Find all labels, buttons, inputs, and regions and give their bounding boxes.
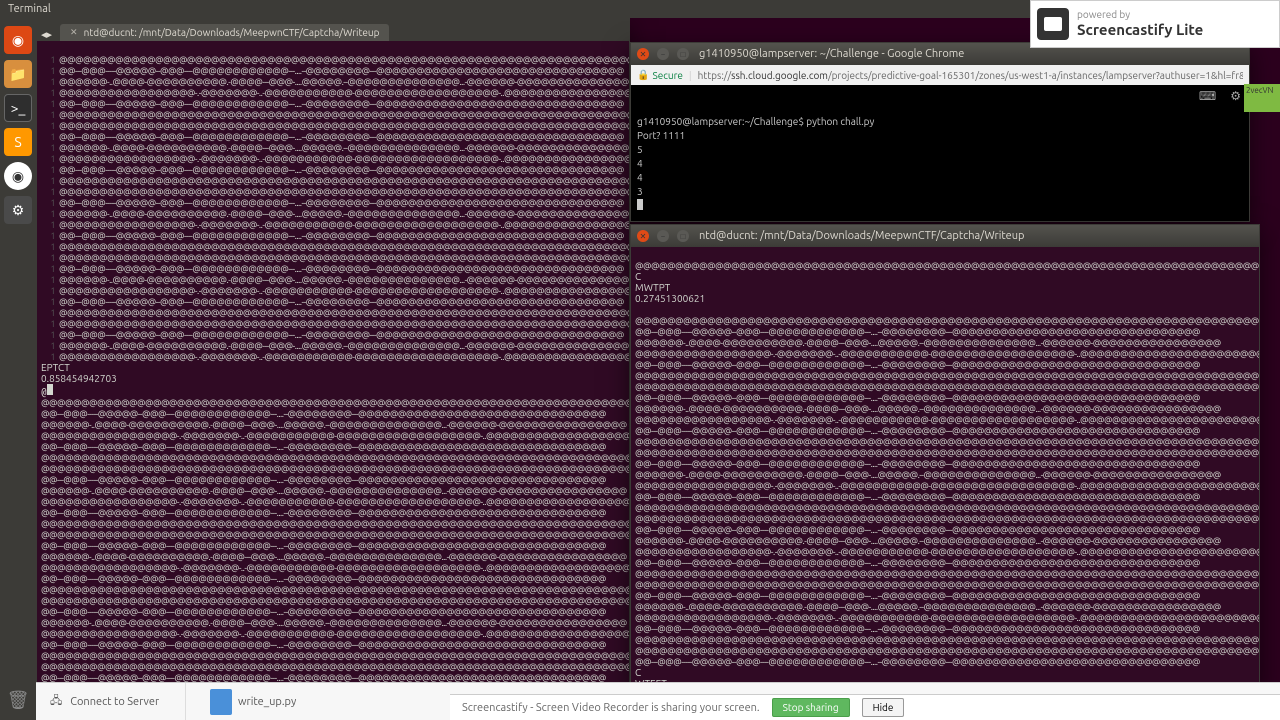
close-icon[interactable]: ✕ <box>637 230 649 242</box>
terminal-tabbar: ◂▸ ✕ ntd@ducnt: /mnt/Data/Downloads/Meep… <box>37 19 629 41</box>
hide-button[interactable]: Hide <box>862 698 905 717</box>
ascii-art-top: 1@@@@@@@@@@@@@@@@@@@@@@@@@@@@@@@@@@@@@@@… <box>41 55 629 362</box>
nautilus-sidebar-item[interactable]: 🖧 Connect to Server <box>36 683 186 720</box>
chrome-title: g1410950@lampserver: ~/Challenge - Googl… <box>699 48 964 60</box>
result-score-1: 0.858454942703 <box>41 373 117 384</box>
ssh-cursor <box>637 199 643 210</box>
app-title: Terminal <box>8 3 51 15</box>
countdown-numbers: 5 4 4 3 <box>637 144 643 197</box>
address-bar[interactable]: 🔒 Secure | https://ssh.cloud.google.com/… <box>631 65 1249 85</box>
ssh-terminal[interactable]: ⌨ ⚙ g1410950@lampserver:~/Challenge$ pyt… <box>631 85 1249 221</box>
chrome-icon[interactable]: ◉ <box>4 162 32 190</box>
unity-launcher: ◉ 📁 >_ S ◉ ⚙ 🗑 <box>0 18 36 720</box>
ascii-art-right: @@@@@@@@@@@@@@@@@@@@@@@@@@@@@@@@@@@@@@@@… <box>635 316 1259 667</box>
trash-icon[interactable]: 🗑 <box>4 686 32 714</box>
green-overlay: 2vecVN <box>1244 84 1280 112</box>
files-icon[interactable]: 📁 <box>4 60 32 88</box>
tab-nav-icon[interactable]: ◂▸ <box>41 28 52 41</box>
ascii-line-top: @@@@@@@@@@@@@@@@@@@@@@@@@@@@@@@@@@@@@@@@… <box>635 261 1259 271</box>
stop-sharing-button[interactable]: Stop sharing <box>772 698 850 717</box>
python-file-icon <box>210 689 232 715</box>
minimize-icon[interactable]: − <box>657 230 669 242</box>
dash-icon[interactable]: ◉ <box>4 26 32 54</box>
screencastify-logo-icon <box>1037 8 1069 40</box>
secure-badge: 🔒 Secure <box>637 69 683 81</box>
terminal-content-left[interactable]: 1@@@@@@@@@@@@@@@@@@@@@@@@@@@@@@@@@@@@@@@… <box>37 41 629 687</box>
lock-icon: 🔒 <box>637 69 649 81</box>
ascii-art-bottom: @@@@@@@@@@@@@@@@@@@@@@@@@@@@@@@@@@@@@@@@… <box>41 398 629 687</box>
maximize-icon[interactable]: □ <box>677 230 689 242</box>
notification-text: Screencastify - Screen Video Recorder is… <box>462 702 760 714</box>
chrome-window: ✕ − □ g1410950@lampserver: ~/Challenge -… <box>630 42 1250 222</box>
tab-close-icon[interactable]: ✕ <box>70 27 78 38</box>
right-title: ntd@ducnt: /mnt/Data/Downloads/MeepwnCTF… <box>699 230 1024 242</box>
c-marker-2: C <box>635 667 641 678</box>
tab-title: ntd@ducnt: /mnt/Data/Downloads/MeepwnCTF… <box>84 27 380 38</box>
settings-icon[interactable]: ⚙ <box>1230 89 1241 105</box>
keyboard-icon[interactable]: ⌨ <box>1199 89 1216 105</box>
terminal-window-left: ◂▸ ✕ ntd@ducnt: /mnt/Data/Downloads/Meep… <box>36 18 630 688</box>
terminal-content-right[interactable]: @@@@@@@@@@@@@@@@@@@@@@@@@@@@@@@@@@@@@@@@… <box>631 247 1259 687</box>
terminal-icon[interactable]: >_ <box>4 94 32 122</box>
file-item[interactable]: write_up.py <box>210 689 296 715</box>
network-icon: 🖧 <box>50 692 62 711</box>
url-text[interactable]: https://ssh.cloud.google.com/projects/pr… <box>698 70 1243 81</box>
maximize-icon[interactable]: □ <box>677 48 689 60</box>
screencastify-badge: powered by Screencastify Lite <box>1030 0 1280 48</box>
c-marker-1: C <box>635 271 641 282</box>
minimize-icon[interactable]: − <box>657 48 669 60</box>
tool-icon[interactable]: ⚙ <box>4 196 32 224</box>
sublime-icon[interactable]: S <box>4 128 32 156</box>
sharing-notification: Screencastify - Screen Video Recorder is… <box>450 694 1280 720</box>
close-icon[interactable]: ✕ <box>637 48 649 60</box>
right-titlebar[interactable]: ✕ − □ ntd@ducnt: /mnt/Data/Downloads/Mee… <box>631 225 1259 247</box>
cursor <box>47 384 53 395</box>
terminal-tab[interactable]: ✕ ntd@ducnt: /mnt/Data/Downloads/MeepwnC… <box>60 24 389 41</box>
file-name: write_up.py <box>238 696 296 708</box>
terminal-window-right: ✕ − □ ntd@ducnt: /mnt/Data/Downloads/Mee… <box>630 224 1260 688</box>
ssh-line2: Port? 1111 <box>637 130 685 141</box>
ssh-line1: g1410950@lampserver:~/Challenge$ python … <box>637 116 874 127</box>
screencastify-small: powered by <box>1077 9 1130 20</box>
screencastify-big: Screencastify Lite <box>1077 21 1203 38</box>
result-label-1: EPTCT <box>41 362 70 373</box>
result-score-r1: 0.27451300621 <box>635 293 705 304</box>
result-label-r1: MWTPT <box>635 282 670 293</box>
